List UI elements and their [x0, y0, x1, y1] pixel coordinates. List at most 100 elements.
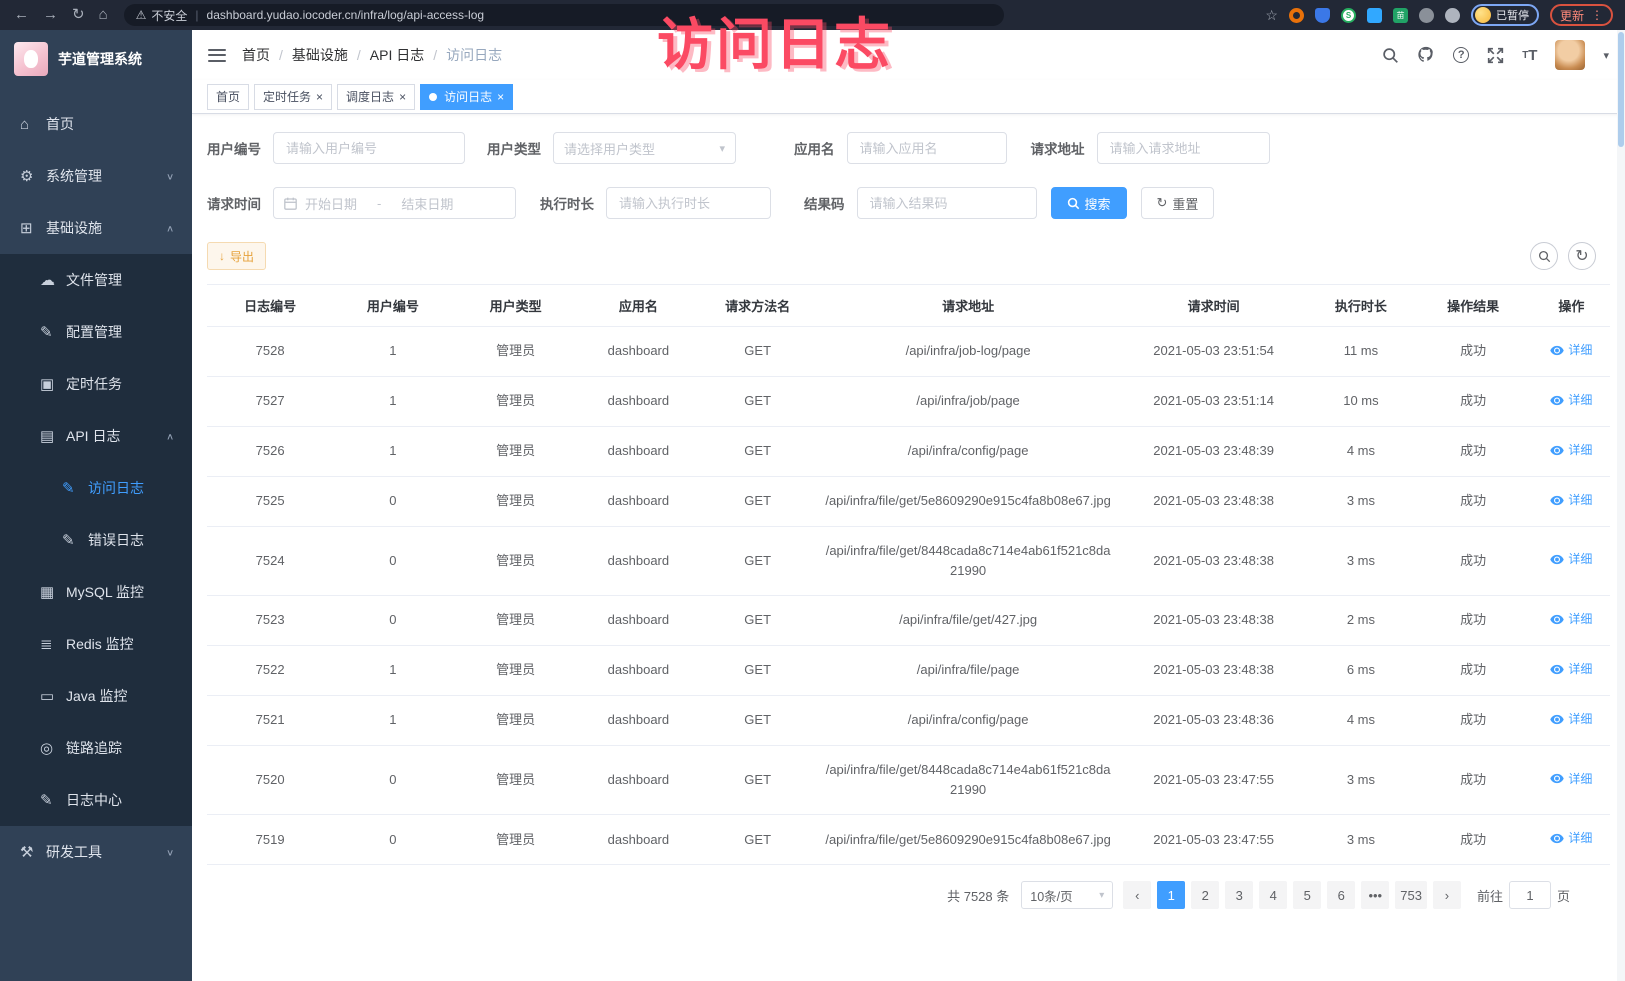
refresh-table-button[interactable]: ↻ — [1568, 242, 1596, 270]
date-end-placeholder: 结束日期 — [401, 194, 453, 213]
detail-link[interactable]: 详细 — [1550, 660, 1592, 679]
github-icon[interactable] — [1417, 46, 1435, 64]
profile-paused-badge[interactable]: 已暂停 — [1471, 4, 1539, 26]
tab-2[interactable]: 调度日志× — [337, 84, 415, 110]
browser-home-icon[interactable]: ⌂ — [99, 0, 108, 30]
help-icon[interactable]: ? — [1453, 47, 1469, 63]
header-search-icon[interactable] — [1382, 47, 1399, 64]
browser-back-icon[interactable]: ← — [14, 0, 29, 30]
goto-page-input[interactable] — [1509, 881, 1551, 909]
sidebar-item-home[interactable]: ⌂ 首页 — [0, 98, 192, 150]
breadcrumb-api-log[interactable]: API 日志 — [370, 45, 424, 65]
table-row[interactable]: 7527 1 管理员 dashboard GET /api/infra/job/… — [207, 376, 1610, 426]
extension-person-icon[interactable] — [1419, 8, 1434, 23]
table-row[interactable]: 7523 0 管理员 dashboard GET /api/infra/file… — [207, 596, 1610, 646]
detail-link[interactable]: 详细 — [1550, 550, 1592, 569]
sidebar-collapse-icon[interactable] — [208, 49, 226, 62]
table-row[interactable]: 7521 1 管理员 dashboard GET /api/infra/conf… — [207, 695, 1610, 745]
sidebar-item-mysql-monitor[interactable]: ▦ MySQL 监控 — [0, 566, 192, 618]
duration-input[interactable] — [606, 187, 771, 219]
sidebar-item-java-monitor[interactable]: ▭ Java 监控 — [0, 670, 192, 722]
detail-link[interactable]: 详细 — [1550, 610, 1592, 629]
prev-page-button[interactable]: ‹ — [1123, 881, 1151, 909]
app-name-input[interactable] — [847, 132, 1007, 164]
sidebar-item-scheduled-jobs[interactable]: ▣ 定时任务 — [0, 358, 192, 410]
detail-link[interactable]: 详细 — [1550, 710, 1592, 729]
request-url-input[interactable] — [1097, 132, 1270, 164]
detail-link[interactable]: 详细 — [1550, 441, 1592, 460]
close-icon[interactable]: × — [497, 91, 504, 103]
browser-forward-icon[interactable]: → — [43, 0, 58, 30]
tab-0[interactable]: 首页 — [207, 84, 249, 110]
user-type-select[interactable]: 请选择用户类型 ▾ — [553, 132, 736, 164]
table-row[interactable]: 7524 0 管理员 dashboard GET /api/infra/file… — [207, 526, 1610, 595]
font-size-icon[interactable]: TT — [1522, 47, 1537, 64]
sidebar-item-log-center[interactable]: ✎ 日志中心 — [0, 774, 192, 826]
toggle-search-button[interactable] — [1530, 242, 1558, 270]
page-button-5[interactable]: 5 — [1293, 881, 1321, 909]
extension-shield-icon[interactable] — [1315, 8, 1330, 23]
sidebar-item-access-log[interactable]: ✎ 访问日志 — [0, 462, 192, 514]
page-button-1[interactable]: 1 — [1157, 881, 1185, 909]
breadcrumb-home[interactable]: 首页 — [242, 45, 270, 65]
page-size-select[interactable]: 10条/页 ▾ — [1021, 881, 1113, 909]
eye-icon — [1550, 445, 1564, 456]
user-avatar[interactable] — [1555, 40, 1585, 70]
browser-refresh-icon[interactable]: ↻ — [72, 0, 85, 30]
tab-1[interactable]: 定时任务× — [254, 84, 332, 110]
browser-menu-icon[interactable]: ⋮ — [1591, 8, 1603, 22]
browser-scrollbar[interactable] — [1617, 30, 1625, 981]
scrollbar-thumb[interactable] — [1618, 32, 1624, 147]
extension-translate-icon[interactable]: 苗 — [1393, 8, 1408, 23]
close-icon[interactable]: × — [316, 91, 323, 103]
page-button-753[interactable]: 753 — [1395, 881, 1427, 909]
close-icon[interactable]: × — [399, 91, 406, 103]
detail-link[interactable]: 详细 — [1550, 770, 1592, 789]
page-button-3[interactable]: 3 — [1225, 881, 1253, 909]
page-button-4[interactable]: 4 — [1259, 881, 1287, 909]
detail-link[interactable]: 详细 — [1550, 491, 1592, 510]
sidebar-item-api-log[interactable]: ▤ API 日志 ∧ — [0, 410, 192, 462]
table-row[interactable]: 7525 0 管理员 dashboard GET /api/infra/file… — [207, 476, 1610, 526]
table-row[interactable]: 7519 0 管理员 dashboard GET /api/infra/file… — [207, 815, 1610, 865]
breadcrumb-infrastructure[interactable]: 基础设施 — [292, 45, 348, 65]
sidebar-item-config-mgmt[interactable]: ✎ 配置管理 — [0, 306, 192, 358]
extension-donut-icon[interactable] — [1289, 8, 1304, 23]
user-id-input[interactable] — [273, 132, 465, 164]
detail-link[interactable]: 详细 — [1550, 829, 1592, 848]
sidebar-item-trace[interactable]: ◎ 链路追踪 — [0, 722, 192, 774]
sidebar-item-system-mgmt[interactable]: ⚙ 系统管理 ∨ — [0, 150, 192, 202]
fullscreen-icon[interactable] — [1487, 47, 1504, 64]
extension-green-circle-icon[interactable]: S — [1341, 8, 1356, 23]
table-row[interactable]: 7522 1 管理员 dashboard GET /api/infra/file… — [207, 645, 1610, 695]
export-button[interactable]: ↓ 导出 — [207, 242, 266, 270]
page-button-6[interactable]: 6 — [1327, 881, 1355, 909]
detail-link[interactable]: 详细 — [1550, 391, 1592, 410]
sidebar-item-infrastructure[interactable]: ⊞ 基础设施 ∧ — [0, 202, 192, 254]
date-range-picker[interactable]: 开始日期 - 结束日期 — [273, 187, 516, 219]
browser-update-button[interactable]: 更新 ⋮ — [1550, 4, 1613, 26]
search-button[interactable]: 搜索 — [1051, 187, 1127, 219]
tab-3[interactable]: 访问日志× — [420, 84, 513, 110]
table-row[interactable]: 7520 0 管理员 dashboard GET /api/infra/file… — [207, 745, 1610, 814]
page-button-2[interactable]: 2 — [1191, 881, 1219, 909]
app-logo[interactable]: 芋道管理系统 — [0, 30, 192, 88]
next-page-button[interactable]: › — [1433, 881, 1461, 909]
page-ellipsis[interactable]: ••• — [1361, 881, 1389, 909]
sidebar-item-redis-monitor[interactable]: ≣ Redis 监控 — [0, 618, 192, 670]
extension-cluster-icon[interactable] — [1367, 8, 1382, 23]
result-code-input[interactable] — [857, 187, 1037, 219]
bookmark-star-icon[interactable]: ☆ — [1265, 7, 1278, 24]
sidebar-item-error-log[interactable]: ✎ 错误日志 — [0, 514, 192, 566]
extensions-puzzle-icon[interactable] — [1445, 8, 1460, 23]
reset-button[interactable]: ↻ 重置 — [1141, 187, 1215, 219]
sidebar-item-file-mgmt[interactable]: ☁ 文件管理 — [0, 254, 192, 306]
address-bar[interactable]: ⚠ 不安全 | dashboard.yudao.iocoder.cn/infra… — [124, 4, 1004, 26]
table-row[interactable]: 7526 1 管理员 dashboard GET /api/infra/conf… — [207, 426, 1610, 476]
detail-link[interactable]: 详细 — [1550, 341, 1592, 360]
avatar-caret-icon[interactable]: ▾ — [1603, 49, 1609, 62]
mysql-icon: ▦ — [40, 583, 66, 601]
table-row[interactable]: 7528 1 管理员 dashboard GET /api/infra/job-… — [207, 327, 1610, 377]
sidebar-item-dev-tools[interactable]: ⚒ 研发工具 ∨ — [0, 826, 192, 878]
filter-app-name: 应用名 — [794, 132, 1007, 164]
